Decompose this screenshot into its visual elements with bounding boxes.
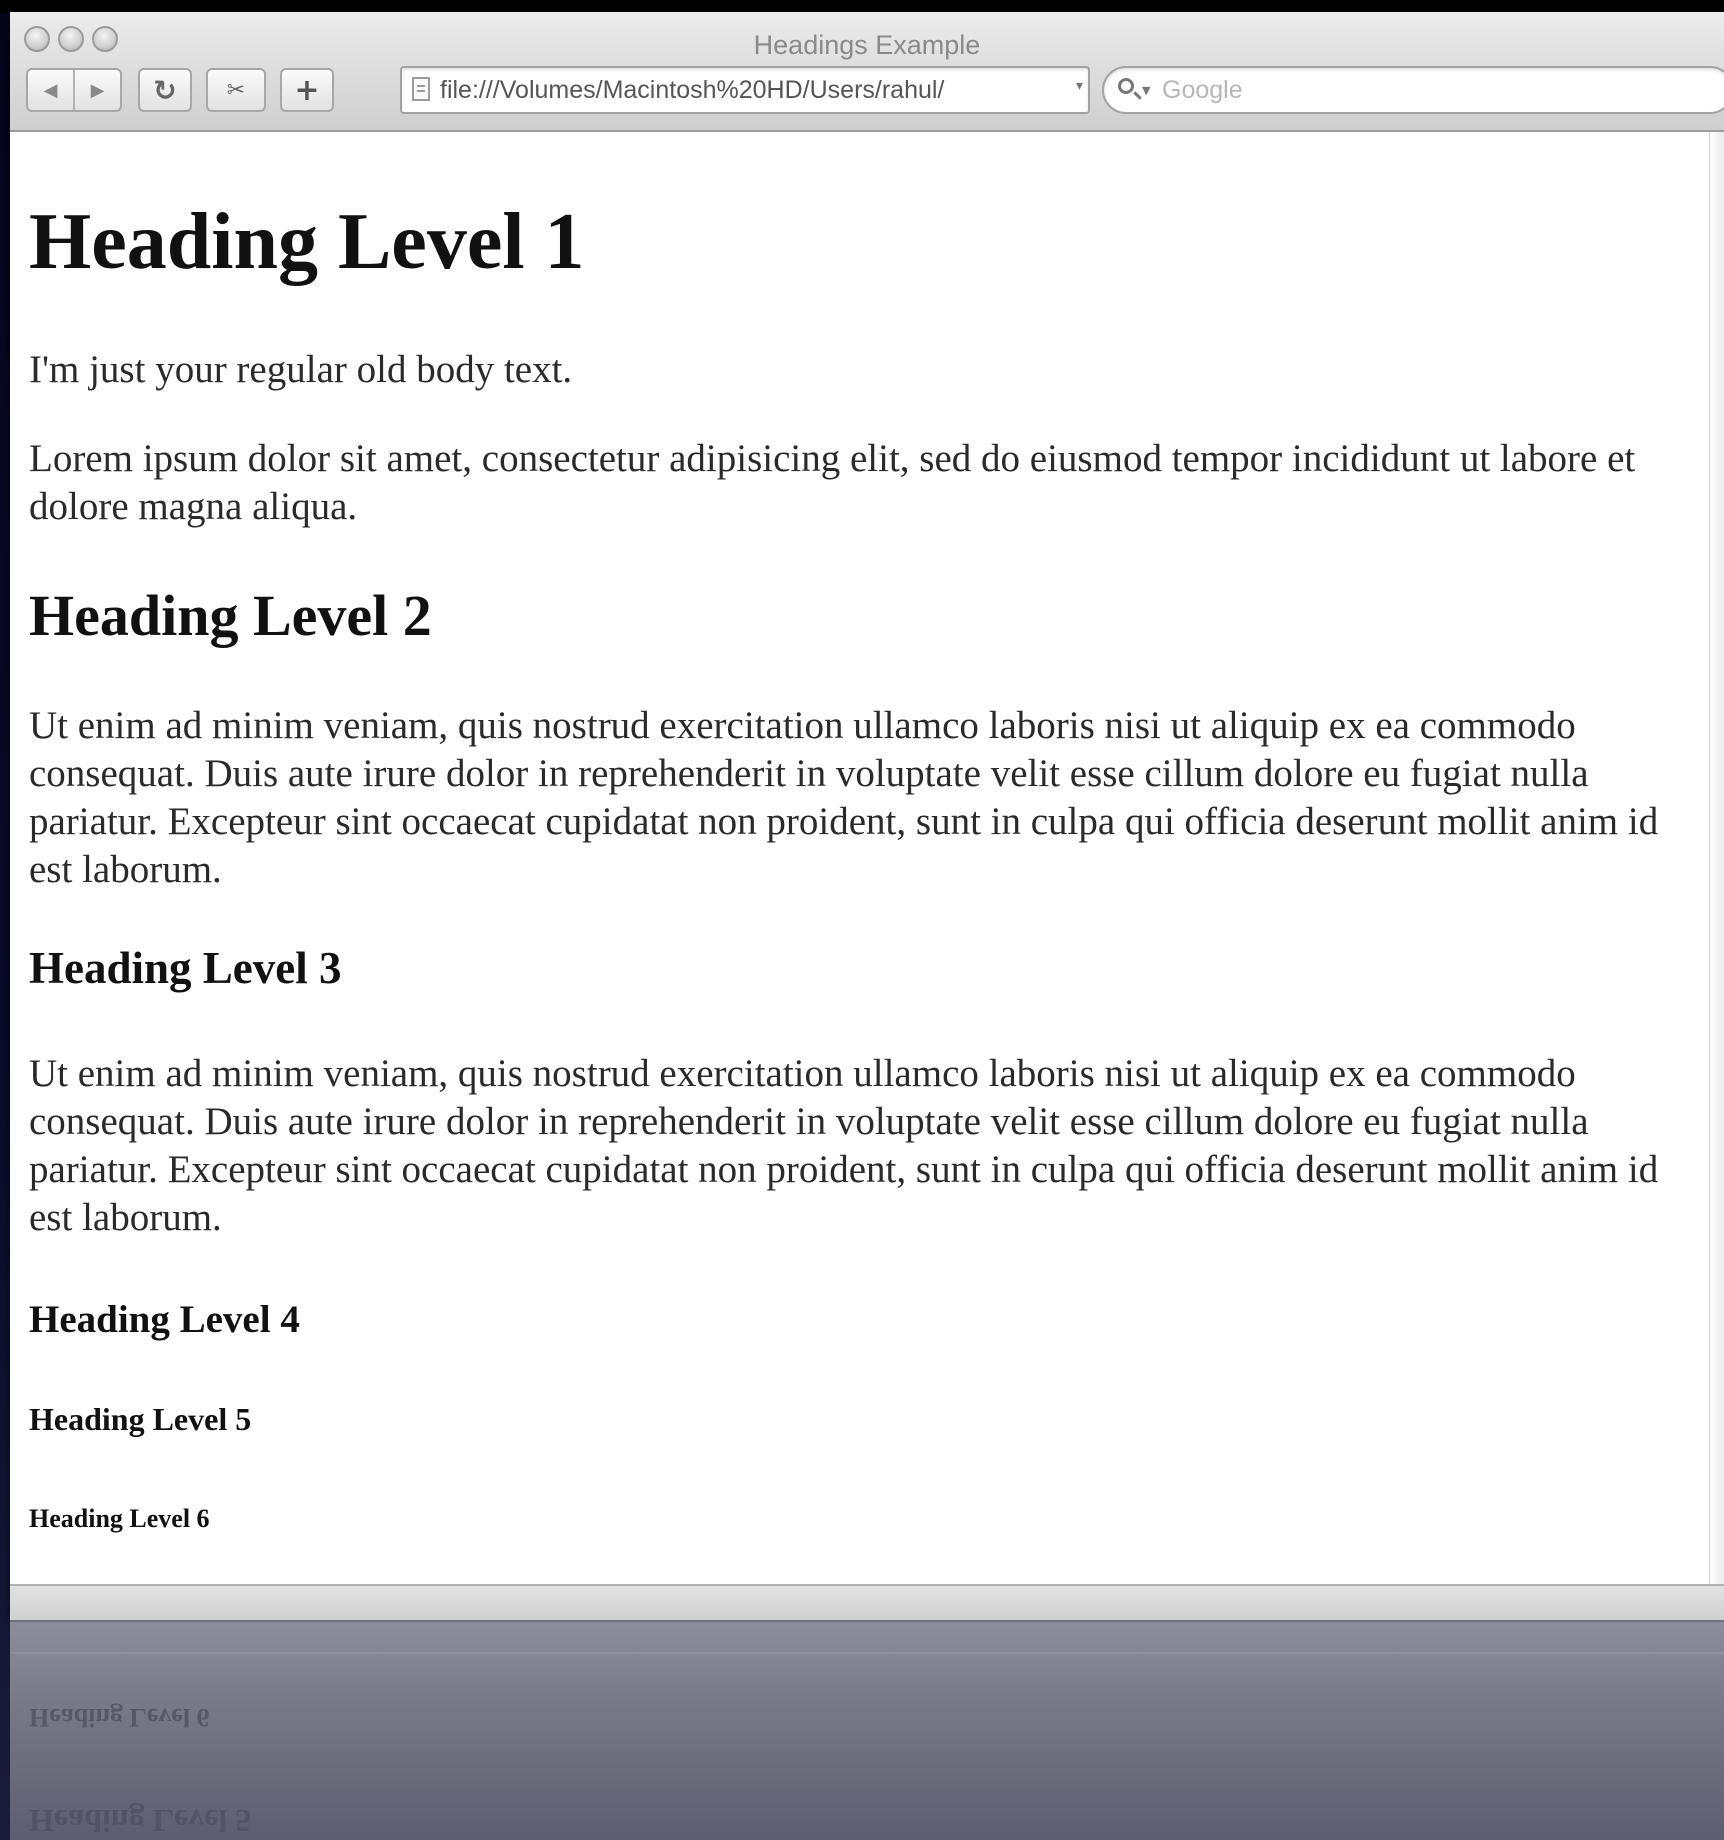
window-reflection: Heading Level 6 Heading Level 5 — [10, 1620, 1724, 1840]
paragraph-under-h3: Ut enim ad minim veniam, quis nostrud ex… — [29, 1052, 1659, 1239]
heading-level-3: Heading Level 3 — [29, 943, 342, 993]
browser-toolbar: Headings Example ◀ ▶ ↻ ✂ + file:///Volum… — [10, 12, 1724, 132]
search-menu-chevron-icon[interactable]: ▼ — [1142, 84, 1150, 97]
address-bar-url[interactable]: file:///Volumes/Macintosh%20HD/Users/rah… — [440, 76, 1070, 105]
heading-level-6: Heading Level 6 — [29, 1504, 210, 1533]
back-forward-buttons: ◀ ▶ — [26, 68, 122, 112]
reload-icon: ↻ — [153, 73, 177, 107]
reflected-heading-level-6: Heading Level 6 — [29, 1703, 210, 1732]
lorem-paragraph: Lorem ipsum dolor sit amet, consectetur … — [29, 437, 1636, 528]
search-field[interactable]: ▼ Google — [1102, 66, 1724, 114]
search-placeholder: Google — [1162, 76, 1243, 104]
screen: Headings Example ◀ ▶ ↻ ✂ + file:///Volum… — [0, 0, 1724, 1840]
address-dropdown-icon[interactable]: ▾ — [1076, 78, 1083, 94]
forward-icon: ▶ — [90, 79, 105, 101]
address-bar[interactable]: file:///Volumes/Macintosh%20HD/Users/rah… — [400, 66, 1090, 114]
reload-button[interactable]: ↻ — [138, 68, 192, 112]
window-title: Headings Example — [753, 30, 981, 60]
add-bookmark-icon: + — [294, 72, 320, 108]
vertical-scrollbar[interactable] — [1709, 132, 1724, 1584]
snapback-icon: ✂ — [226, 77, 246, 103]
search-icon[interactable] — [1118, 78, 1134, 94]
back-icon: ◀ — [43, 79, 58, 101]
body-text-paragraph: I'm just your regular old body text. — [29, 348, 573, 391]
heading-level-4: Heading Level 4 — [29, 1298, 300, 1341]
heading-level-1: Heading Level 1 — [29, 198, 585, 286]
reflected-heading-level-5: Heading Level 5 — [29, 1803, 252, 1839]
forward-button[interactable]: ▶ — [73, 70, 120, 110]
heading-level-5: Heading Level 5 — [29, 1401, 252, 1437]
paragraph-under-h2: Ut enim ad minim veniam, quis nostrud ex… — [29, 704, 1659, 891]
heading-level-2: Heading Level 2 — [29, 583, 432, 648]
page-content[interactable]: Heading Level 1 I'm just your regular ol… — [10, 132, 1710, 1584]
back-button[interactable]: ◀ — [28, 70, 73, 110]
snapback-button[interactable]: ✂ — [206, 68, 266, 112]
reflection-edge — [10, 1652, 1724, 1654]
add-bookmark-button[interactable]: + — [280, 68, 334, 112]
browser-window: Headings Example ◀ ▶ ↻ ✂ + file:///Volum… — [10, 12, 1724, 1620]
document-icon — [412, 77, 430, 101]
status-bar — [10, 1584, 1724, 1620]
